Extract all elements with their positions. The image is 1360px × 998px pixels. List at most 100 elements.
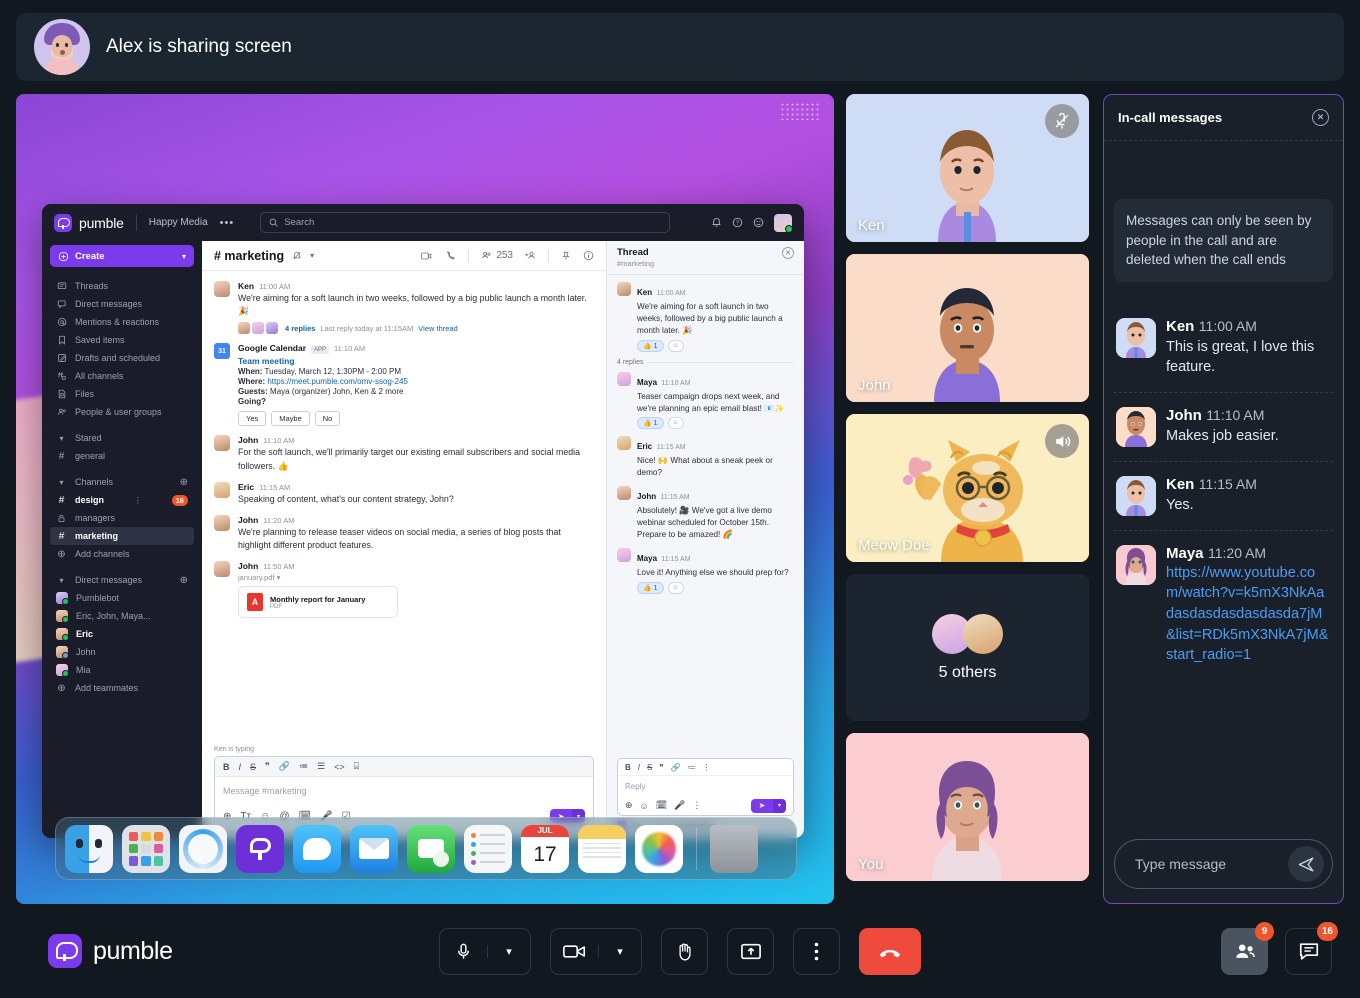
rsvp-maybe-button[interactable]: Maybe bbox=[271, 411, 310, 427]
sidebar-item-drafts[interactable]: Drafts and scheduled bbox=[50, 349, 194, 367]
sidebar-dm-eric[interactable]: Eric bbox=[50, 625, 194, 643]
dock-icon-trash[interactable] bbox=[710, 824, 758, 873]
italic-button[interactable]: I bbox=[239, 762, 242, 772]
thread-send-button[interactable]: ➤ ▾ bbox=[751, 798, 786, 813]
workspace-more-icon[interactable]: ••• bbox=[220, 217, 235, 229]
others-tile[interactable]: 5 others bbox=[846, 574, 1089, 721]
member-count[interactable]: 253 bbox=[481, 250, 513, 261]
bell-off-icon[interactable] bbox=[292, 251, 302, 261]
file-attachment-card[interactable]: Monthly report for January PDF bbox=[238, 586, 398, 619]
pumble-app-window[interactable]: pumble Happy Media ••• Search ? Create ▾… bbox=[42, 204, 804, 838]
quote-icon[interactable]: ❞ bbox=[265, 761, 270, 772]
sidebar-channel-general[interactable]: # general bbox=[50, 447, 194, 465]
list-icon[interactable]: ≔ bbox=[688, 763, 696, 772]
chat-button[interactable]: 16 bbox=[1285, 922, 1338, 975]
close-icon[interactable]: ✕ bbox=[782, 247, 794, 259]
phone-icon[interactable] bbox=[445, 250, 456, 261]
sidebar-item-saved-items[interactable]: Saved items bbox=[50, 331, 194, 349]
dock-icon-calendar[interactable]: JUL 17 bbox=[521, 824, 569, 873]
dock-icon-notes[interactable] bbox=[578, 824, 626, 873]
dock-icon-finder[interactable] bbox=[65, 824, 113, 873]
send-button[interactable] bbox=[1288, 846, 1324, 882]
more-options-button[interactable] bbox=[793, 928, 840, 975]
message-input[interactable]: Message #marketing bbox=[215, 777, 593, 805]
plus-icon[interactable]: ⊕ bbox=[625, 800, 633, 811]
send-icon[interactable]: ➤ bbox=[751, 798, 773, 813]
sidebar-channel-marketing[interactable]: # marketing bbox=[50, 527, 194, 545]
mic-button[interactable] bbox=[440, 942, 487, 961]
shared-screen-stage[interactable]: pumble Happy Media ••• Search ? Create ▾… bbox=[16, 94, 834, 904]
dock-icon-mail[interactable] bbox=[350, 824, 398, 873]
more-icon[interactable]: ⋮ bbox=[134, 496, 142, 505]
mic-icon[interactable]: 🎤 bbox=[674, 800, 685, 811]
rsvp-yes-button[interactable]: Yes bbox=[238, 411, 267, 427]
share-screen-button[interactable] bbox=[727, 928, 774, 975]
dock-icon-reminders[interactable] bbox=[464, 824, 512, 873]
bell-icon[interactable] bbox=[711, 217, 722, 228]
strikethrough-button[interactable]: S bbox=[250, 762, 256, 772]
sidebar-item-people[interactable]: People & user groups bbox=[50, 403, 194, 421]
view-thread-link[interactable]: View thread bbox=[418, 324, 457, 333]
mic-options-chevron-down-icon[interactable]: ▾ bbox=[487, 945, 530, 958]
in-call-message-input[interactable]: Type message bbox=[1114, 839, 1333, 889]
sidebar-section-starred[interactable]: ▾ Stared bbox=[50, 429, 194, 447]
dock-icon-messages[interactable] bbox=[293, 824, 341, 873]
more-icon[interactable]: ⋮ bbox=[692, 800, 701, 811]
code-icon[interactable]: <> bbox=[334, 762, 345, 772]
thread-composer[interactable]: B I S ❞ 🔗 ≔ ⋮ Reply ⊕ ☺ 🗓 🎤 ⋮ ➤ ▾ bbox=[617, 758, 794, 816]
dock-icon-pumble[interactable] bbox=[236, 824, 284, 873]
reaction-chip[interactable]: 👍 1 bbox=[637, 339, 664, 352]
pin-icon[interactable] bbox=[561, 251, 571, 261]
dock-icon-launchpad[interactable] bbox=[122, 824, 170, 873]
microphone-control[interactable]: ▾ bbox=[439, 928, 531, 975]
schedule-icon[interactable]: 🗓 bbox=[656, 800, 667, 811]
link-icon[interactable]: 🔗 bbox=[279, 761, 290, 772]
add-channel-icon[interactable]: ⊕ bbox=[180, 477, 188, 488]
add-person-icon[interactable] bbox=[525, 250, 536, 261]
code-block-icon[interactable]: ⌸ bbox=[354, 761, 359, 772]
italic-button[interactable]: I bbox=[638, 763, 640, 772]
sidebar-section-direct-messages[interactable]: ▾ Direct messages ⊕ bbox=[50, 571, 194, 589]
dock-icon-photos[interactable] bbox=[635, 824, 683, 873]
camera-button[interactable] bbox=[551, 942, 598, 961]
sidebar-item-direct-messages[interactable]: Direct messages bbox=[50, 295, 194, 313]
file-name[interactable]: january.pdf ▾ bbox=[238, 573, 594, 582]
chevron-down-icon[interactable]: ▾ bbox=[277, 573, 281, 582]
emoji-icon[interactable]: ☺ bbox=[640, 801, 649, 811]
event-where-link[interactable]: https://meet.pumble.com/omv-ssog-245 bbox=[267, 377, 408, 386]
emoji-icon[interactable] bbox=[753, 217, 764, 228]
reaction-chip[interactable]: 👍 1 bbox=[637, 417, 664, 430]
search-input[interactable]: Search bbox=[260, 212, 671, 233]
event-title[interactable]: Team meeting bbox=[238, 356, 594, 366]
sidebar-item-all-channels[interactable]: All channels bbox=[50, 367, 194, 385]
sidebar-dm-pumblebot[interactable]: Pumblebot bbox=[50, 589, 194, 607]
new-dm-icon[interactable]: ⊕ bbox=[180, 575, 188, 586]
participant-tile-you[interactable]: You bbox=[846, 733, 1089, 881]
sidebar-dm-mia[interactable]: Mia bbox=[50, 661, 194, 679]
sidebar-add-teammates[interactable]: ⊕ Add teammates bbox=[50, 679, 194, 697]
ordered-list-icon[interactable]: ≔ bbox=[299, 761, 308, 772]
thread-reply-count[interactable]: 4 replies bbox=[285, 324, 315, 333]
participants-button[interactable]: 9 bbox=[1221, 922, 1274, 975]
strikethrough-button[interactable]: S bbox=[647, 763, 652, 772]
bold-button[interactable]: B bbox=[625, 763, 631, 772]
participant-tile-meow-doe[interactable]: Meow Doe bbox=[846, 414, 1089, 562]
raise-hand-button[interactable] bbox=[661, 928, 708, 975]
sidebar-item-threads[interactable]: Threads bbox=[50, 277, 194, 295]
add-reaction-icon[interactable]: ☺ bbox=[667, 417, 684, 430]
camera-options-chevron-down-icon[interactable]: ▾ bbox=[598, 945, 641, 958]
add-reaction-icon[interactable]: ☺ bbox=[667, 339, 684, 352]
chevron-down-icon[interactable]: ▾ bbox=[310, 251, 314, 260]
create-button[interactable]: Create ▾ bbox=[50, 245, 194, 267]
rsvp-no-button[interactable]: No bbox=[314, 411, 341, 427]
message-link[interactable]: https://www.youtube.com/watch?v=k5mX3NkA… bbox=[1166, 563, 1331, 666]
sidebar-section-channels[interactable]: ▾ Channels ⊕ bbox=[50, 473, 194, 491]
participant-tile-ken[interactable]: Ken bbox=[846, 94, 1089, 242]
sidebar-item-mentions[interactable]: Mentions & reactions bbox=[50, 313, 194, 331]
thread-summary[interactable]: 4 replies Last reply today at 11:15AM Vi… bbox=[238, 322, 594, 335]
camera-control[interactable]: ▾ bbox=[550, 928, 642, 975]
participant-tile-john[interactable]: John bbox=[846, 254, 1089, 402]
workspace-name[interactable]: Happy Media bbox=[149, 217, 208, 228]
dock-icon-safari[interactable] bbox=[179, 824, 227, 873]
user-avatar[interactable] bbox=[774, 213, 793, 233]
